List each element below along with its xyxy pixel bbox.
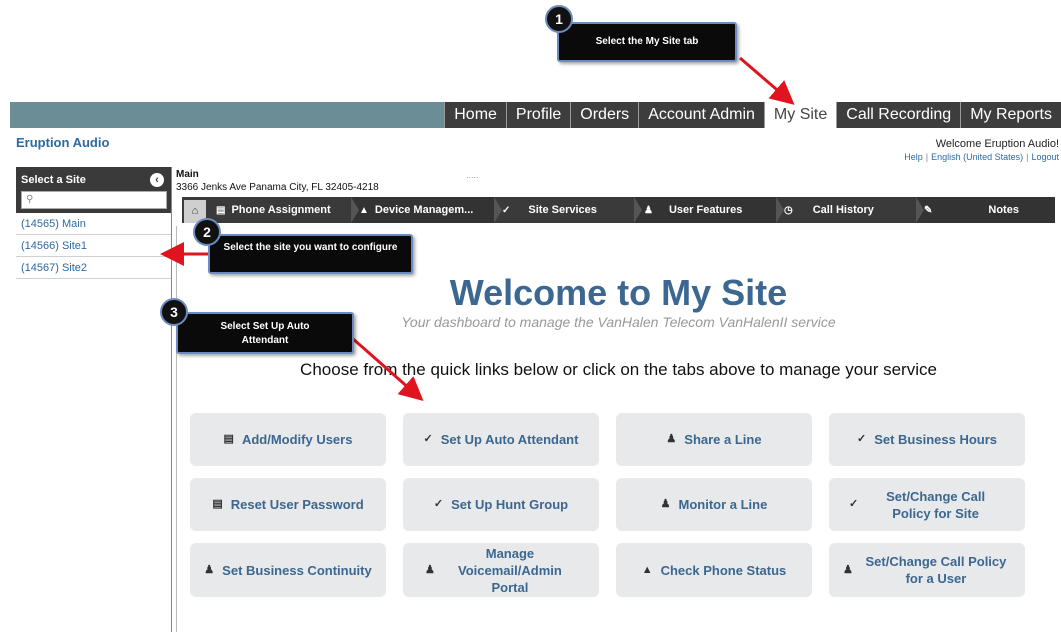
table-icon: ▤ xyxy=(223,433,234,445)
quick-link-label: Check Phone Status xyxy=(660,562,787,578)
magnifier-icon: ⚲ xyxy=(26,194,34,205)
subtab-label: Site Services xyxy=(528,204,597,216)
subtab-site-services[interactable]: ✓ Site Services xyxy=(494,197,642,223)
sidebar-header: Select a Site ‹ ⚲ xyxy=(16,167,171,213)
callout-3: Select Set Up Auto Attendant xyxy=(176,312,354,354)
callout-badge-1: 1 xyxy=(545,5,573,33)
quick-link-set-up-auto-attendant[interactable]: ✓ Set Up Auto Attendant xyxy=(403,413,599,466)
help-link[interactable]: Help xyxy=(904,152,923,162)
edit-icon: ✓ xyxy=(856,433,867,445)
subtab-label: Phone Assignment xyxy=(231,204,331,216)
quick-link-reset-user-password[interactable]: ▤ Reset User Password xyxy=(190,478,386,531)
nav-tab-orders[interactable]: Orders xyxy=(570,102,639,128)
quick-link-call-policy-site[interactable]: ✓ Set/Change Call Policy for Site xyxy=(829,478,1025,531)
page-title: Welcome to My Site xyxy=(449,272,788,313)
subtab-phone-assignment[interactable]: ▤ Phone Assignment xyxy=(206,197,359,223)
instruction-text: Choose from the quick links below or cli… xyxy=(300,360,937,379)
welcome-user-text: Welcome Eruption Audio! xyxy=(935,138,1059,150)
quick-link-share-a-line[interactable]: ♟ Share a Line xyxy=(616,413,812,466)
site-sidebar: Select a Site ‹ ⚲ (14565) Main (14566) S… xyxy=(16,167,172,632)
clock-icon: ◷ xyxy=(784,205,793,216)
quick-link-label: Set Up Auto Attendant xyxy=(440,432,579,447)
edit-icon: ✓ xyxy=(423,433,433,445)
header-links: Help | English (United States) | Logout xyxy=(904,152,1059,162)
drag-dots: ..... xyxy=(466,170,479,180)
sidebar-item-site1[interactable]: (14566) Site1 xyxy=(16,235,171,257)
language-link[interactable]: English (United States) xyxy=(931,152,1023,162)
arrow-1 xyxy=(739,56,795,105)
pencil-icon: ✎ xyxy=(924,205,933,216)
quick-link-label: Monitor a Line xyxy=(678,497,768,512)
quick-link-set-up-hunt-group[interactable]: ✓ Set Up Hunt Group xyxy=(403,478,599,531)
edit-icon: ✓ xyxy=(849,498,859,510)
table-icon: ▤ xyxy=(212,498,223,510)
user-icon: ♟ xyxy=(204,563,215,576)
callout-badge-2: 2 xyxy=(193,218,221,246)
quick-link-label: Set Business Continuity xyxy=(222,562,372,578)
quick-link-add-modify-users[interactable]: ▤ Add/Modify Users xyxy=(190,413,386,466)
screen: { "top_nav": { "tabs": [ {"label": "Home… xyxy=(0,0,1061,632)
edit-icon: ✓ xyxy=(502,205,511,216)
brand-name: Eruption Audio xyxy=(16,135,110,150)
user-icon: ♟ xyxy=(660,498,671,510)
nav-tab-profile[interactable]: Profile xyxy=(505,102,571,128)
subtab-label: Notes xyxy=(988,204,1019,216)
chevron-left-icon[interactable]: ‹ xyxy=(150,173,164,187)
quick-link-monitor-a-line[interactable]: ♟ Monitor a Line xyxy=(616,478,812,531)
top-nav-bar: Home Profile Orders Account Admin My Sit… xyxy=(10,102,1061,128)
callout-badge-3: 3 xyxy=(160,298,188,326)
callout-2: Select the site you want to configure xyxy=(208,234,413,274)
site-name: Main xyxy=(176,169,199,180)
nav-tab-account-admin[interactable]: Account Admin xyxy=(638,102,764,128)
nav-tab-call-recording[interactable]: Call Recording xyxy=(836,102,961,128)
table-icon: ▤ xyxy=(216,205,226,216)
edit-icon: ✓ xyxy=(433,498,444,510)
quick-link-label: Set Business Hours xyxy=(874,432,998,447)
quick-link-call-policy-user[interactable]: ♟ Set/Change Call Policy for a User xyxy=(829,543,1025,597)
quick-link-label: Share a Line xyxy=(684,432,762,447)
subtab-device-management[interactable]: ▲ Device Managem... xyxy=(351,197,502,223)
subtab-user-features[interactable]: ♟ User Features xyxy=(634,197,784,223)
site-address: 3366 Jenks Ave Panama City, FL 32405-421… xyxy=(176,182,379,193)
subtab-notes[interactable]: ✎ Notes xyxy=(916,197,1055,223)
user-icon: ♟ xyxy=(666,433,677,445)
quick-link-manage-voicemail[interactable]: ♟ Manage Voicemail/Admin Portal xyxy=(403,543,599,597)
quick-link-label: Manage Voicemail/Admin Portal xyxy=(458,545,562,595)
user-icon: ♟ xyxy=(644,205,653,216)
sidebar-item-main[interactable]: (14565) Main xyxy=(16,213,171,235)
user-icon: ♟ xyxy=(425,563,435,576)
site-subtabs: ⌂ ▤ Phone Assignment ▲ Device Managem... ✓… xyxy=(182,197,1055,223)
nav-tab-home[interactable]: Home xyxy=(444,102,506,128)
logout-link[interactable]: Logout xyxy=(1031,152,1059,162)
bell-icon: ▲ xyxy=(641,563,653,576)
quick-link-label: Reset User Password xyxy=(230,497,364,512)
subtab-label: Call History xyxy=(812,204,874,216)
nav-tab-my-site[interactable]: My Site xyxy=(763,102,837,128)
nav-tab-my-reports[interactable]: My Reports xyxy=(960,102,1061,128)
quick-link-label: Add/Modify Users xyxy=(241,432,353,447)
quick-link-set-business-hours[interactable]: ✓ Set Business Hours xyxy=(829,413,1025,466)
user-icon: ♟ xyxy=(843,563,853,576)
quick-link-label: Set Up Hunt Group xyxy=(451,497,569,512)
sidebar-title: Select a Site xyxy=(21,174,86,186)
quick-link-label: Set/Change Call Policy for a User xyxy=(865,554,1007,586)
quick-link-check-phone-status[interactable]: ▲ Check Phone Status xyxy=(616,543,812,597)
site-search-input[interactable]: ⚲ xyxy=(21,191,167,209)
sidebar-item-site2[interactable]: (14567) Site2 xyxy=(16,257,171,279)
bell-icon: ▲ xyxy=(359,205,369,216)
quick-link-set-business-continuity[interactable]: ♟ Set Business Continuity xyxy=(190,543,386,597)
subtab-label: User Features xyxy=(668,204,743,216)
subtab-label: Device Managem... xyxy=(374,204,474,216)
quick-link-label: Set/Change Call Policy for Site xyxy=(886,488,986,521)
callout-1: Select the My Site tab xyxy=(557,22,737,62)
subtab-call-history[interactable]: ◷ Call History xyxy=(776,197,924,223)
